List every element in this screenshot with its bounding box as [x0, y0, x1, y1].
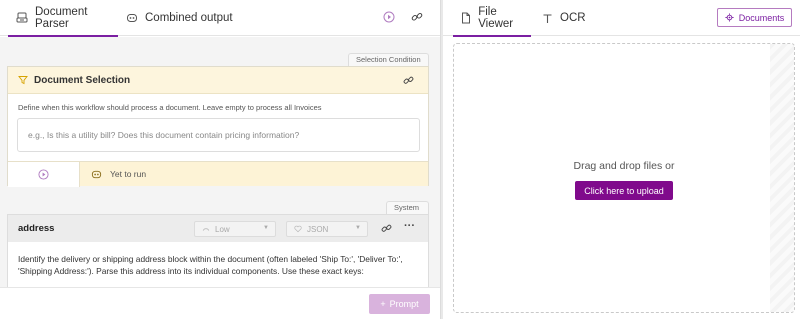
header-actions — [382, 10, 424, 24]
system-chip: System — [386, 201, 429, 214]
chevron-down-icon: ▼ — [263, 225, 269, 231]
documents-button-label: Documents — [738, 12, 785, 23]
play-circle-icon — [38, 169, 49, 180]
selection-input-placeholder: e.g., Is this a utility bill? Does this … — [28, 130, 300, 140]
prompt-footer: + Prompt — [0, 287, 440, 319]
combined-output-icon — [126, 12, 138, 24]
more-options-button[interactable]: ··· — [404, 220, 415, 232]
right-panel: File Viewer OCR Documents Drag and drop … — [443, 0, 800, 319]
field-link-button[interactable] — [381, 223, 392, 237]
run-status: Yet to run — [80, 162, 428, 186]
selection-footer: Yet to run — [8, 161, 428, 187]
play-circle-icon — [383, 11, 395, 23]
prompt-button[interactable]: + Prompt — [369, 294, 430, 314]
gear-icon — [725, 13, 734, 22]
selection-condition-chip: Selection Condition — [348, 53, 429, 66]
document-selection-card: Document Selection Define when this work… — [7, 66, 429, 187]
link-icon — [411, 12, 423, 21]
heart-icon — [294, 225, 302, 233]
tab-combined-output[interactable]: Combined output — [126, 0, 233, 36]
chevron-down-icon: ▼ — [355, 225, 361, 231]
tab-document-parser[interactable]: Document Parser — [8, 0, 118, 37]
address-field-card: address Low ▼ JSON ▼ ··· Identify the de… — [7, 214, 429, 287]
documents-button[interactable]: Documents — [717, 8, 792, 27]
plus-icon: + — [380, 299, 386, 309]
tab-file-viewer[interactable]: File Viewer — [453, 0, 531, 37]
robot-icon — [91, 170, 102, 178]
gauge-icon — [202, 228, 210, 231]
document-selection-header: Document Selection — [8, 67, 428, 94]
dropzone-text: Drag and drop files or — [573, 160, 675, 172]
tab-combined-output-label: Combined output — [145, 12, 233, 24]
scrollbar-track — [770, 44, 794, 312]
field-prompt-text[interactable]: Identify the delivery or shipping addres… — [8, 242, 428, 277]
document-selection-title: Document Selection — [34, 74, 131, 86]
prompt-button-label: Prompt — [389, 299, 419, 309]
file-dropzone[interactable]: Drag and drop files or Click here to upl… — [453, 43, 795, 313]
tab-ocr-label: OCR — [560, 12, 586, 24]
run-all-button[interactable] — [382, 10, 396, 24]
format-select-value: JSON — [307, 224, 329, 234]
tab-ocr[interactable]: OCR — [541, 0, 586, 36]
run-status-label: Yet to run — [110, 169, 147, 179]
left-panel: Document Parser Combined output Selectio… — [0, 0, 440, 319]
selection-condition-input[interactable]: e.g., Is this a utility bill? Does this … — [17, 118, 420, 152]
text-icon — [541, 12, 553, 24]
file-icon — [460, 12, 471, 24]
effort-select[interactable]: Low ▼ — [194, 221, 276, 237]
upload-button[interactable]: Click here to upload — [575, 181, 673, 200]
field-name: address — [18, 223, 55, 234]
selection-link-button[interactable] — [403, 75, 414, 89]
run-selection-button[interactable] — [8, 162, 80, 187]
link-icon — [403, 76, 414, 84]
workflow-canvas: Selection Condition Document Selection D… — [0, 37, 440, 287]
filter-icon — [18, 76, 28, 85]
link-button[interactable] — [410, 10, 424, 24]
effort-select-value: Low — [215, 224, 230, 234]
tab-file-viewer-label: File Viewer — [478, 6, 514, 30]
selection-description: Define when this workflow should process… — [18, 103, 322, 112]
right-tab-bar: File Viewer OCR Documents — [443, 0, 800, 37]
link-icon — [381, 224, 392, 232]
document-parser-icon — [16, 12, 28, 24]
left-tab-bar: Document Parser Combined output — [0, 0, 440, 37]
tab-document-parser-label: Document Parser — [35, 6, 88, 30]
address-field-header: address Low ▼ JSON ▼ ··· — [8, 215, 428, 242]
format-select[interactable]: JSON ▼ — [286, 221, 368, 237]
